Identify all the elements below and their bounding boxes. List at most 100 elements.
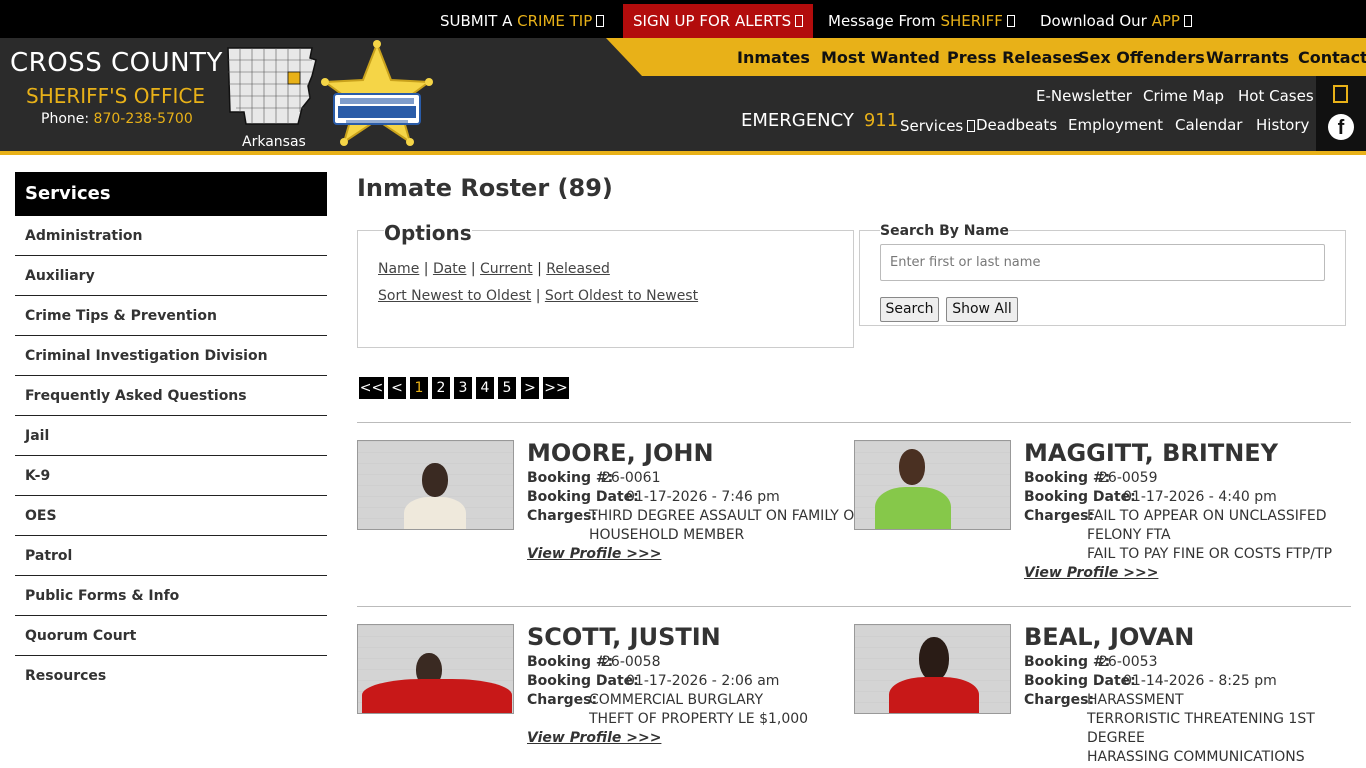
booking-no-label: Booking #:: [527, 470, 614, 486]
nav-sex-offenders[interactable]: Sex Offenders: [1078, 48, 1205, 67]
nav-most-wanted[interactable]: Most Wanted: [821, 48, 940, 67]
external-link-icon: [795, 15, 804, 27]
sheriff-badge-logo[interactable]: [320, 40, 434, 150]
nav-crime-map[interactable]: Crime Map: [1143, 87, 1224, 105]
nav-deadbeats[interactable]: Deadbeats: [976, 116, 1057, 134]
filter-name-link[interactable]: Name: [378, 261, 419, 277]
message-highlight: SHERIFF: [940, 12, 1003, 30]
nav-press-releases[interactable]: Press Releases: [947, 48, 1082, 67]
state-label: Arkansas: [242, 134, 306, 150]
booking-date-label: Booking Date:: [1024, 489, 1136, 505]
divider: [357, 606, 1351, 607]
sidebar-item-oes[interactable]: OES: [15, 496, 327, 536]
booking-no-label: Booking #:: [1024, 654, 1111, 670]
view-profile-link[interactable]: View Profile >>>: [1024, 565, 1158, 581]
nav-calendar[interactable]: Calendar: [1175, 116, 1242, 134]
separator: |: [423, 261, 429, 277]
nav-e-newsletter[interactable]: E-Newsletter: [1036, 87, 1132, 105]
brand-subtitle[interactable]: SHERIFF'S OFFICE: [26, 84, 205, 108]
arkansas-map-icon: [226, 46, 318, 128]
dropdown-icon: [967, 120, 976, 132]
charge-line: HARASSMENT: [1087, 692, 1184, 708]
separator: |: [535, 288, 541, 304]
inmate-name[interactable]: MAGGITT, BRITNEY: [1024, 439, 1278, 467]
page-last[interactable]: >>: [543, 377, 569, 399]
charges-label: Charges:: [1024, 692, 1095, 708]
phone-number[interactable]: 870-238-5700: [94, 111, 193, 127]
page-5[interactable]: 5: [498, 377, 516, 399]
brand-title[interactable]: CROSS COUNTY: [10, 48, 223, 78]
booking-no-value: 26-0061: [602, 470, 661, 486]
page-3[interactable]: 3: [454, 377, 472, 399]
sidebar-item-administration[interactable]: Administration: [15, 216, 327, 256]
submit-crime-tip-link[interactable]: SUBMIT A CRIME TIP: [430, 4, 614, 38]
charges-label: Charges:: [527, 692, 598, 708]
nav-warrants[interactable]: Warrants: [1206, 48, 1289, 67]
services-label: Services: [900, 117, 964, 135]
view-profile-link[interactable]: View Profile >>>: [527, 546, 661, 562]
booking-date-label: Booking Date:: [527, 673, 639, 689]
booking-date-value: 01-17-2026 - 2:06 am: [626, 673, 780, 689]
page-2[interactable]: 2: [432, 377, 450, 399]
inmate-name[interactable]: SCOTT, JUSTIN: [527, 623, 721, 651]
booking-no-label: Booking #:: [527, 654, 614, 670]
show-all-button[interactable]: Show All: [946, 297, 1018, 322]
search-input[interactable]: Enter first or last name: [880, 244, 1325, 281]
external-link-icon: [596, 15, 605, 27]
search-button[interactable]: Search: [880, 297, 939, 322]
sidebar-item-faq[interactable]: Frequently Asked Questions: [15, 376, 327, 416]
nav-history[interactable]: History: [1256, 116, 1309, 134]
sidebar-item-patrol[interactable]: Patrol: [15, 536, 327, 576]
sort-oldest-link[interactable]: Sort Oldest to Newest: [545, 288, 698, 304]
booking-no-label: Booking #:: [1024, 470, 1111, 486]
external-link-icon: [1183, 15, 1192, 27]
page-4[interactable]: 4: [476, 377, 494, 399]
page-1[interactable]: 1: [410, 377, 428, 399]
sidebar-item-cid[interactable]: Criminal Investigation Division: [15, 336, 327, 376]
sidebar-item-public-forms[interactable]: Public Forms & Info: [15, 576, 327, 616]
sort-newest-link[interactable]: Sort Newest to Oldest: [378, 288, 531, 304]
page-first[interactable]: <<: [359, 377, 384, 399]
nav-services[interactable]: Services: [900, 117, 976, 135]
nav-inmates[interactable]: Inmates: [737, 48, 810, 67]
nav-hot-cases[interactable]: Hot Cases: [1238, 87, 1314, 105]
sidebar-item-k9[interactable]: K-9: [15, 456, 327, 496]
charge-line: FAIL TO PAY FINE OR COSTS FTP/TP: [1087, 546, 1333, 562]
divider: [357, 422, 1351, 423]
charge-line: HARASSING COMMUNICATIONS: [1087, 749, 1305, 765]
sidebar-item-auxiliary[interactable]: Auxiliary: [15, 256, 327, 296]
sign-up-alerts-link[interactable]: SIGN UP FOR ALERTS: [623, 4, 814, 38]
facebook-icon[interactable]: f: [1328, 114, 1354, 140]
sidebar-item-crime-tips[interactable]: Crime Tips & Prevention: [15, 296, 327, 336]
brand-phone: Phone: 870-238-5700: [41, 111, 193, 127]
inmate-photo[interactable]: [357, 624, 514, 714]
app-highlight: APP: [1151, 12, 1180, 30]
inmate-photo[interactable]: [854, 440, 1011, 530]
charge-line: HOUSEHOLD MEMBER: [589, 527, 745, 543]
page-next[interactable]: >: [521, 377, 539, 399]
nav-contact[interactable]: Contact: [1298, 48, 1366, 67]
sidebar-item-quorum-court[interactable]: Quorum Court: [15, 616, 327, 656]
inmate-photo[interactable]: [357, 440, 514, 530]
nav-employment[interactable]: Employment: [1068, 116, 1163, 134]
emergency-number[interactable]: 911: [864, 110, 898, 131]
page-prev[interactable]: <: [388, 377, 406, 399]
sidebar-item-resources[interactable]: Resources: [15, 656, 327, 696]
filter-released-link[interactable]: Released: [546, 261, 610, 277]
search-legend: Search By Name: [880, 223, 1009, 239]
header-accent-line: [0, 151, 1366, 155]
charge-line: TERRORISTIC THREATENING 1ST: [1087, 711, 1315, 727]
message-from-sheriff-link[interactable]: Message From SHERIFF: [818, 4, 1025, 38]
booking-date-value: 01-14-2026 - 8:25 pm: [1123, 673, 1277, 689]
download-app-link[interactable]: Download Our APP: [1030, 4, 1202, 38]
inmate-name[interactable]: BEAL, JOVAN: [1024, 623, 1194, 651]
filter-date-link[interactable]: Date: [433, 261, 466, 277]
inmate-name[interactable]: MOORE, JOHN: [527, 439, 714, 467]
options-legend: Options: [384, 221, 472, 245]
mobile-icon[interactable]: [1333, 85, 1348, 103]
inmate-photo[interactable]: [854, 624, 1011, 714]
charges-label: Charges:: [527, 508, 598, 524]
view-profile-link[interactable]: View Profile >>>: [527, 730, 661, 746]
filter-current-link[interactable]: Current: [480, 261, 533, 277]
sidebar-item-jail[interactable]: Jail: [15, 416, 327, 456]
